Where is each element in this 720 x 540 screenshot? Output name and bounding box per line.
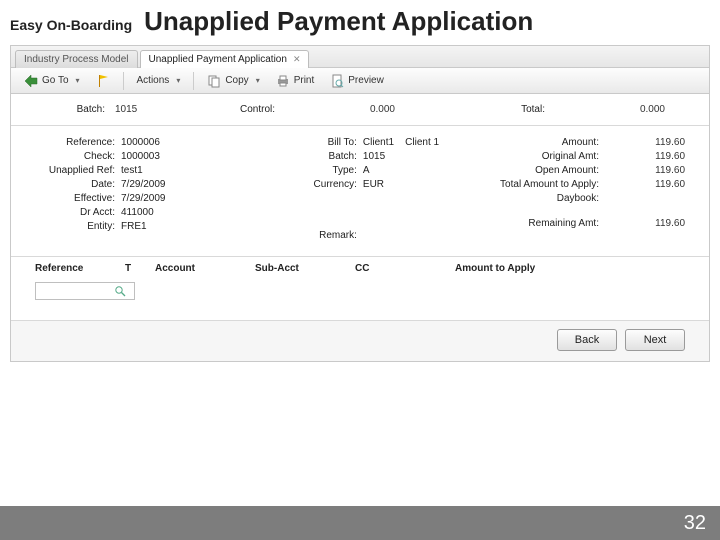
print-button[interactable]: Print — [269, 71, 322, 91]
flag-icon — [96, 74, 110, 88]
entity-value: FRE1 — [121, 221, 253, 232]
tab-bar: Industry Process Model Unapplied Payment… — [11, 46, 709, 68]
summary-bar: Batch: 1015 Control: 0.000 Total: 0.000 — [11, 94, 709, 126]
dr-acct-value: 411000 — [121, 207, 253, 218]
print-label: Print — [294, 75, 315, 86]
grid-header: Reference T Account Sub-Acct CC Amount t… — [11, 257, 709, 278]
open-amount-label: Open Amount: — [499, 165, 599, 176]
effective-label: Effective: — [35, 193, 115, 204]
batch-value: 1015 — [115, 104, 195, 115]
details-panel: Reference: 1000006 Check: 1000003 Unapplie… — [11, 126, 709, 257]
total-label: Total: — [475, 104, 545, 115]
control-label: Control: — [205, 104, 275, 115]
unapplied-ref-value: test1 — [121, 165, 253, 176]
col-account: Account — [155, 263, 255, 274]
back-button[interactable]: Back — [557, 329, 617, 351]
tab-label: Industry Process Model — [24, 54, 129, 65]
next-button[interactable]: Next — [625, 329, 685, 351]
tab-industry-process-model[interactable]: Industry Process Model — [15, 50, 138, 68]
copy-button[interactable]: Copy — [200, 71, 266, 91]
preview-icon — [330, 74, 344, 88]
goto-button[interactable]: Go To — [17, 71, 87, 91]
preview-button[interactable]: Preview — [323, 71, 391, 91]
col-amount-to-apply: Amount to Apply — [455, 263, 685, 274]
copy-icon — [207, 74, 221, 88]
amount-value: 119.60 — [605, 137, 685, 148]
tab-unapplied-payment-application[interactable]: Unapplied Payment Application ✕ — [140, 50, 310, 68]
reference-input[interactable] — [38, 285, 114, 298]
col-cc: CC — [355, 263, 455, 274]
amount-label: Amount: — [499, 137, 599, 148]
entity-label: Entity: — [35, 221, 115, 232]
remaining-amt-label: Remaining Amt: — [499, 218, 599, 229]
print-icon — [276, 74, 290, 88]
easy-onboarding-label: Easy On-Boarding — [10, 17, 132, 33]
date-label: Date: — [35, 179, 115, 190]
type-label: Type: — [277, 165, 357, 176]
reference-value: 1000006 — [121, 137, 253, 148]
toolbar: Go To Actions Copy Print — [11, 68, 709, 94]
remaining-amt-value: 119.60 — [605, 218, 685, 229]
preview-label: Preview — [348, 75, 384, 86]
effective-value: 7/29/2009 — [121, 193, 253, 204]
goto-label: Go To — [42, 75, 69, 86]
col-subacct: Sub-Acct — [255, 263, 355, 274]
currency-value: EUR — [363, 179, 475, 190]
check-value: 1000003 — [121, 151, 253, 162]
total-value: 0.000 — [555, 104, 665, 115]
original-amt-value: 119.60 — [605, 151, 685, 162]
batch2-label: Batch: — [277, 151, 357, 162]
copy-label: Copy — [225, 75, 248, 86]
close-icon[interactable]: ✕ — [293, 54, 301, 65]
currency-label: Currency: — [277, 179, 357, 190]
grid-row — [11, 278, 709, 320]
page-title: Unapplied Payment Application — [144, 6, 533, 37]
search-icon[interactable] — [114, 285, 126, 297]
goto-icon — [24, 74, 38, 88]
total-apply-value: 119.60 — [605, 179, 685, 190]
original-amt-label: Original Amt: — [499, 151, 599, 162]
type-value: A — [363, 165, 475, 176]
total-apply-label: Total Amount to Apply: — [499, 179, 599, 190]
batch-label: Batch: — [35, 104, 105, 115]
remark-label: Remark: — [277, 230, 357, 241]
actions-label: Actions — [137, 75, 170, 86]
batch2-value: 1015 — [363, 151, 475, 162]
footer-bar: 32 — [0, 506, 720, 540]
app-window: Industry Process Model Unapplied Payment… — [10, 45, 710, 362]
reference-lookup-input[interactable] — [35, 282, 135, 300]
actions-button[interactable]: Actions — [130, 72, 188, 89]
billto-value: Client1 Client 1 — [363, 137, 475, 148]
dr-acct-label: Dr Acct: — [35, 207, 115, 218]
page-number: 32 — [684, 512, 706, 535]
date-value: 7/29/2009 — [121, 179, 253, 190]
reference-label: Reference: — [35, 137, 115, 148]
tab-label: Unapplied Payment Application — [149, 54, 287, 65]
billto-label: Bill To: — [277, 137, 357, 148]
wizard-buttons: Back Next — [11, 320, 709, 361]
daybook-label: Daybook: — [499, 193, 599, 204]
col-type: T — [125, 263, 155, 274]
toolbar-flag-button[interactable] — [89, 71, 117, 91]
open-amount-value: 119.60 — [605, 165, 685, 176]
unapplied-ref-label: Unapplied Ref: — [35, 165, 115, 176]
check-label: Check: — [35, 151, 115, 162]
col-reference: Reference — [35, 263, 125, 274]
control-value: 0.000 — [285, 104, 395, 115]
